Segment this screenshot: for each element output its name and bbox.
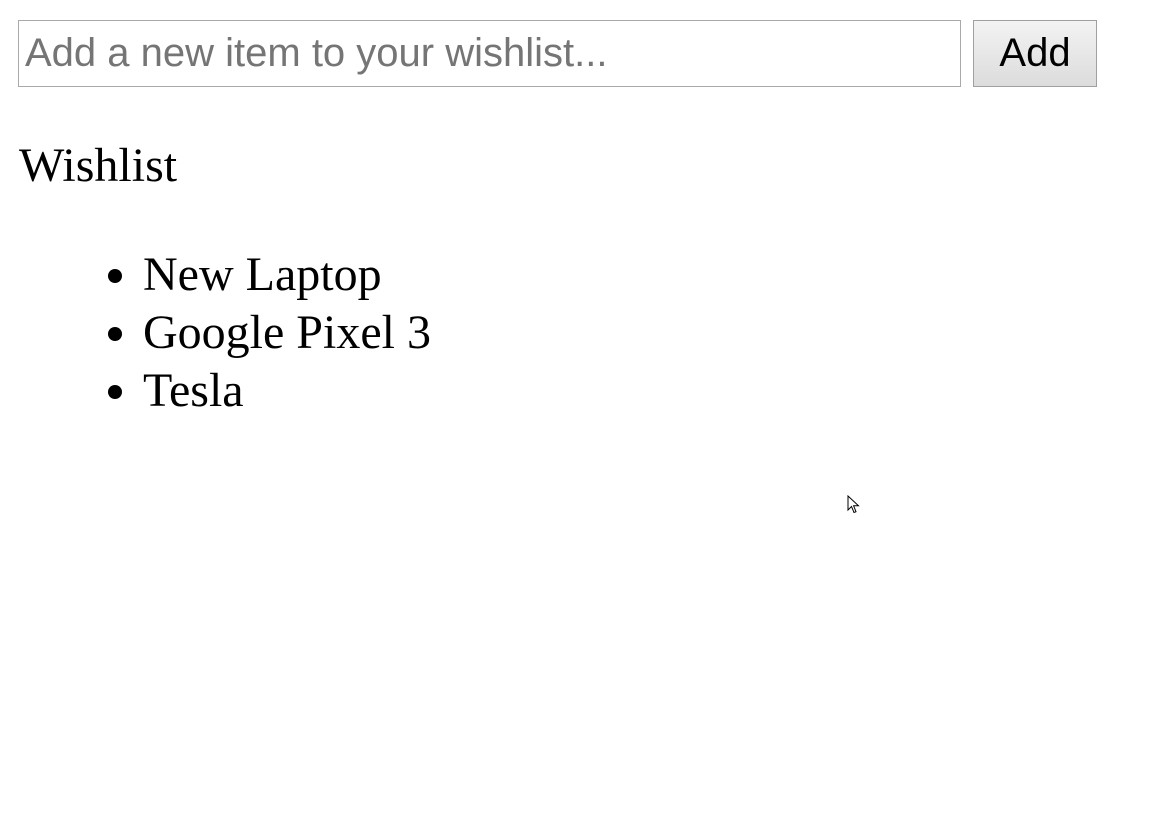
- wishlist-item-input[interactable]: [18, 20, 961, 87]
- wishlist-heading: Wishlist: [19, 139, 178, 192]
- add-button[interactable]: Add: [973, 20, 1097, 87]
- list-item: Tesla: [143, 362, 431, 420]
- list-item: New Laptop: [143, 246, 431, 304]
- list-item: Google Pixel 3: [143, 304, 431, 362]
- wishlist-list: New Laptop Google Pixel 3 Tesla: [0, 246, 431, 420]
- mouse-cursor-icon: [847, 495, 860, 514]
